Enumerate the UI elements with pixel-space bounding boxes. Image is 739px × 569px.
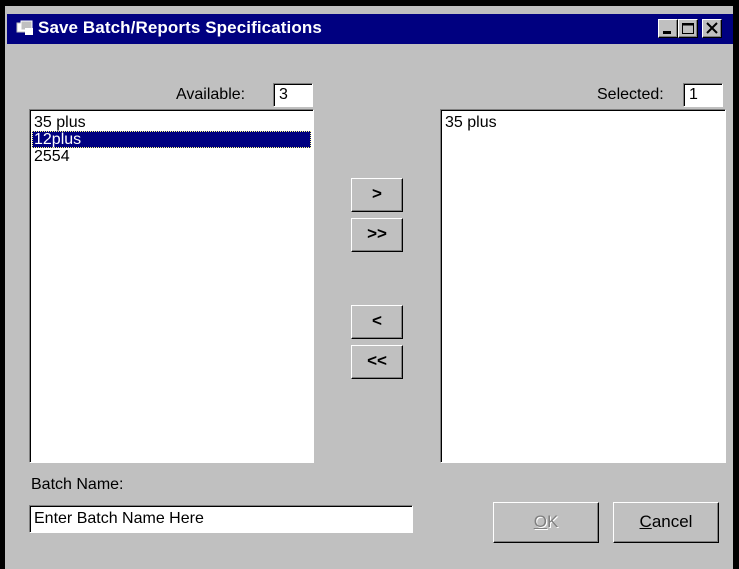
- title-bar[interactable]: Save Batch/Reports Specifications: [7, 14, 733, 44]
- cancel-label-rest: ancel: [651, 512, 693, 531]
- window-frame-top: [0, 0, 739, 6]
- selected-count: 1: [683, 83, 723, 107]
- batch-name-label: Batch Name:: [31, 476, 124, 493]
- minimize-button[interactable]: [658, 19, 678, 38]
- window-frame-right: [733, 0, 739, 569]
- maximize-button[interactable]: [678, 19, 698, 38]
- ok-mnemonic: O: [533, 512, 547, 531]
- available-label: Available:: [176, 86, 246, 103]
- ok-button[interactable]: OK: [493, 502, 599, 543]
- window-title: Save Batch/Reports Specifications: [38, 18, 322, 37]
- app-icon: [16, 20, 33, 35]
- save-batch-dialog: Save Batch/Reports Specifications Availa…: [0, 0, 739, 569]
- close-icon: [706, 22, 718, 34]
- ok-label-rest: K: [546, 512, 559, 531]
- selected-list[interactable]: 35 plus: [440, 109, 726, 463]
- list-item[interactable]: 35 plus: [32, 114, 311, 131]
- maximize-icon: [682, 23, 694, 34]
- available-count: 3: [273, 83, 313, 107]
- cancel-mnemonic: C: [639, 512, 652, 531]
- batch-name-input[interactable]: Enter Batch Name Here: [29, 505, 413, 533]
- available-list[interactable]: 35 plus 12plus 2554: [29, 109, 314, 463]
- list-item-selected[interactable]: 12plus: [32, 131, 311, 148]
- remove-one-button[interactable]: <: [351, 305, 403, 339]
- remove-all-button[interactable]: <<: [351, 345, 403, 379]
- minimize-icon: [663, 31, 671, 34]
- add-one-button[interactable]: >: [351, 178, 403, 212]
- list-item[interactable]: 35 plus: [443, 114, 723, 131]
- add-all-button[interactable]: >>: [351, 218, 403, 252]
- list-item[interactable]: 2554: [32, 148, 311, 165]
- close-button[interactable]: [702, 19, 722, 38]
- window-frame-left: [0, 0, 5, 569]
- cancel-button[interactable]: Cancel: [613, 502, 719, 543]
- selected-label: Selected:: [597, 86, 664, 103]
